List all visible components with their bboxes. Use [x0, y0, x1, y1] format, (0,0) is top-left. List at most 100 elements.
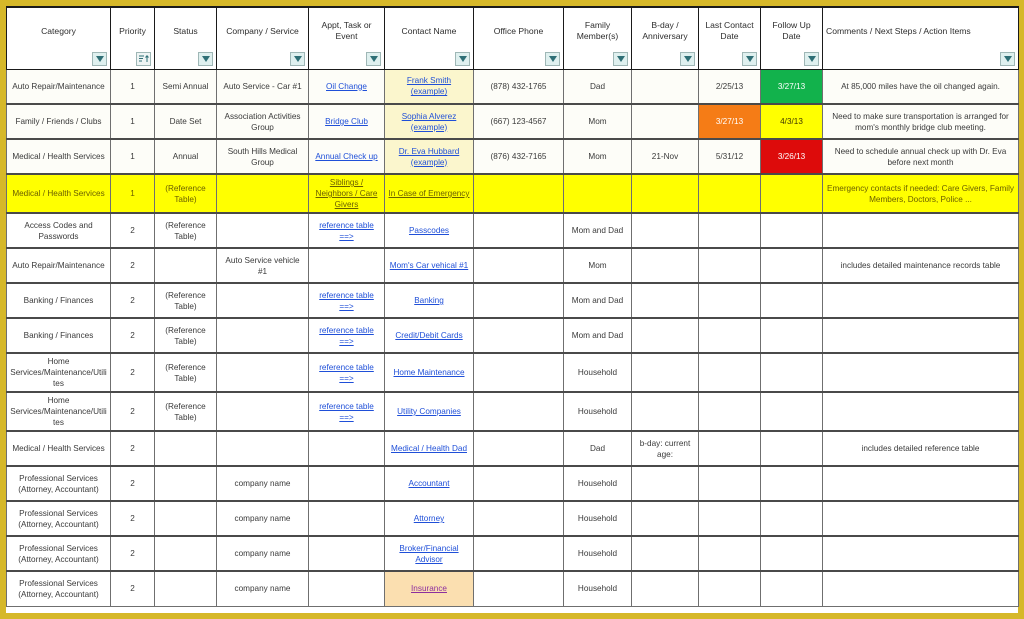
contact-link[interactable]: Broker/Financial Advisor	[399, 544, 458, 564]
cell-lastcontact[interactable]	[698, 282, 761, 319]
cell-priority[interactable]: 1	[110, 68, 155, 105]
cell-category[interactable]: Medical / Health Services	[6, 173, 111, 214]
appt-link[interactable]: reference table ==>	[319, 402, 374, 422]
cell-priority[interactable]: 2	[110, 430, 155, 467]
cell-appt[interactable]: Oil Change	[308, 68, 385, 105]
sort-filter-icon-priority[interactable]	[136, 51, 151, 66]
appt-link[interactable]: Siblings / Neighbors / Care Givers	[316, 178, 378, 209]
contact-link[interactable]: Insurance	[411, 584, 447, 593]
cell-category[interactable]: Medical / Health Services	[6, 138, 111, 175]
cell-company[interactable]: Auto Service - Car #1	[216, 68, 309, 105]
cell-priority[interactable]: 2	[110, 465, 155, 502]
cell-comments[interactable]: Emergency contacts if needed: Care Giver…	[822, 173, 1019, 214]
cell-priority[interactable]: 1	[110, 138, 155, 175]
filter-dropdown-icon-status[interactable]	[198, 51, 213, 66]
cell-status[interactable]: Annual	[154, 138, 217, 175]
cell-appt[interactable]	[308, 570, 385, 607]
cell-status[interactable]	[154, 247, 217, 284]
cell-company[interactable]: Association Activities Group	[216, 103, 309, 140]
cell-status[interactable]: (Reference Table)	[154, 352, 217, 393]
cell-priority[interactable]: 1	[110, 103, 155, 140]
contact-link[interactable]: Attorney	[414, 514, 445, 523]
cell-lastcontact[interactable]	[698, 352, 761, 393]
contact-link[interactable]: Mom's Car vehical #1	[390, 261, 468, 270]
cell-appt[interactable]	[308, 500, 385, 537]
cell-status[interactable]: (Reference Table)	[154, 282, 217, 319]
cell-priority[interactable]: 2	[110, 500, 155, 537]
table-row[interactable]: Family / Friends / Clubs 1 Date Set Asso…	[6, 103, 1019, 140]
cell-company[interactable]	[216, 282, 309, 319]
cell-comments[interactable]	[822, 282, 1019, 319]
cell-appt[interactable]	[308, 430, 385, 467]
cell-priority[interactable]: 2	[110, 570, 155, 607]
cell-category[interactable]: Home Services/Maintenance/Utilites	[6, 391, 111, 432]
cell-phone[interactable]	[473, 500, 564, 537]
cell-company[interactable]	[216, 173, 309, 214]
cell-priority[interactable]: 2	[110, 535, 155, 572]
cell-bday[interactable]	[631, 247, 699, 284]
cell-comments[interactable]: Need to make sure transportation is arra…	[822, 103, 1019, 140]
cell-category[interactable]: Professional Services (Attorney, Account…	[6, 465, 111, 502]
cell-lastcontact[interactable]	[698, 430, 761, 467]
cell-category[interactable]: Medical / Health Services	[6, 430, 111, 467]
cell-contact[interactable]: Broker/Financial Advisor	[384, 535, 474, 572]
cell-lastcontact[interactable]	[698, 391, 761, 432]
cell-family[interactable]: Mom and Dad	[563, 317, 632, 354]
cell-status[interactable]: (Reference Table)	[154, 212, 217, 249]
cell-family[interactable]: Household	[563, 500, 632, 537]
cell-phone[interactable]: (878) 432-1765	[473, 68, 564, 105]
cell-lastcontact[interactable]	[698, 465, 761, 502]
cell-followup[interactable]	[760, 212, 823, 249]
table-row[interactable]: Professional Services (Attorney, Account…	[6, 500, 1019, 537]
table-row[interactable]: Home Services/Maintenance/Utilites 2 (Re…	[6, 391, 1019, 432]
column-header-followup[interactable]: Follow Up Date	[760, 6, 823, 70]
column-header-appt[interactable]: Appt, Task or Event	[308, 6, 385, 70]
cell-followup[interactable]	[760, 282, 823, 319]
cell-lastcontact-status-orange[interactable]: 3/27/13	[698, 103, 761, 140]
contact-link[interactable]: Sophia Alverez (example)	[402, 112, 457, 132]
cell-appt[interactable]	[308, 247, 385, 284]
cell-bday[interactable]	[631, 68, 699, 105]
column-header-company[interactable]: Company / Service	[216, 6, 309, 70]
cell-contact-selected[interactable]: Insurance	[384, 570, 474, 607]
cell-bday[interactable]: 21-Nov	[631, 138, 699, 175]
cell-priority[interactable]: 2	[110, 391, 155, 432]
cell-bday[interactable]	[631, 391, 699, 432]
table-row[interactable]: Access Codes and Passwords 2 (Reference …	[6, 212, 1019, 249]
cell-company[interactable]: Auto Service vehicle #1	[216, 247, 309, 284]
cell-status[interactable]	[154, 500, 217, 537]
contact-link[interactable]: Dr. Eva Hubbard (example)	[399, 147, 460, 167]
filter-dropdown-icon-appt[interactable]	[366, 51, 381, 66]
table-row[interactable]: Professional Services (Attorney, Account…	[6, 465, 1019, 502]
cell-appt[interactable]: reference table ==>	[308, 282, 385, 319]
cell-priority[interactable]: 2	[110, 282, 155, 319]
cell-category[interactable]: Access Codes and Passwords	[6, 212, 111, 249]
cell-bday[interactable]	[631, 570, 699, 607]
cell-family[interactable]: Mom	[563, 103, 632, 140]
cell-comments[interactable]: includes detailed reference table	[822, 430, 1019, 467]
cell-company[interactable]	[216, 430, 309, 467]
cell-followup[interactable]	[760, 570, 823, 607]
cell-lastcontact[interactable]	[698, 212, 761, 249]
cell-followup[interactable]	[760, 500, 823, 537]
cell-contact[interactable]: In Case of Emergency	[384, 173, 474, 214]
column-header-contact[interactable]: Contact Name	[384, 6, 474, 70]
cell-family[interactable]: Household	[563, 535, 632, 572]
cell-contact[interactable]: Frank Smith (example)	[384, 68, 474, 105]
cell-comments[interactable]	[822, 317, 1019, 354]
cell-bday[interactable]	[631, 317, 699, 354]
table-row[interactable]: Auto Repair/Maintenance 2 Auto Service v…	[6, 247, 1019, 284]
column-header-priority[interactable]: Priority	[110, 6, 155, 70]
contact-link[interactable]: Banking	[414, 296, 444, 305]
contact-link[interactable]: Passcodes	[409, 226, 449, 235]
cell-status[interactable]	[154, 465, 217, 502]
cell-contact[interactable]: Utility Companies	[384, 391, 474, 432]
cell-bday[interactable]	[631, 465, 699, 502]
cell-category[interactable]: Home Services/Maintenance/Utilites	[6, 352, 111, 393]
cell-company[interactable]: company name	[216, 465, 309, 502]
cell-contact[interactable]: Banking	[384, 282, 474, 319]
filter-dropdown-icon-company[interactable]	[290, 51, 305, 66]
cell-lastcontact[interactable]	[698, 500, 761, 537]
cell-company[interactable]: company name	[216, 500, 309, 537]
cell-phone[interactable]: (667) 123-4567	[473, 103, 564, 140]
